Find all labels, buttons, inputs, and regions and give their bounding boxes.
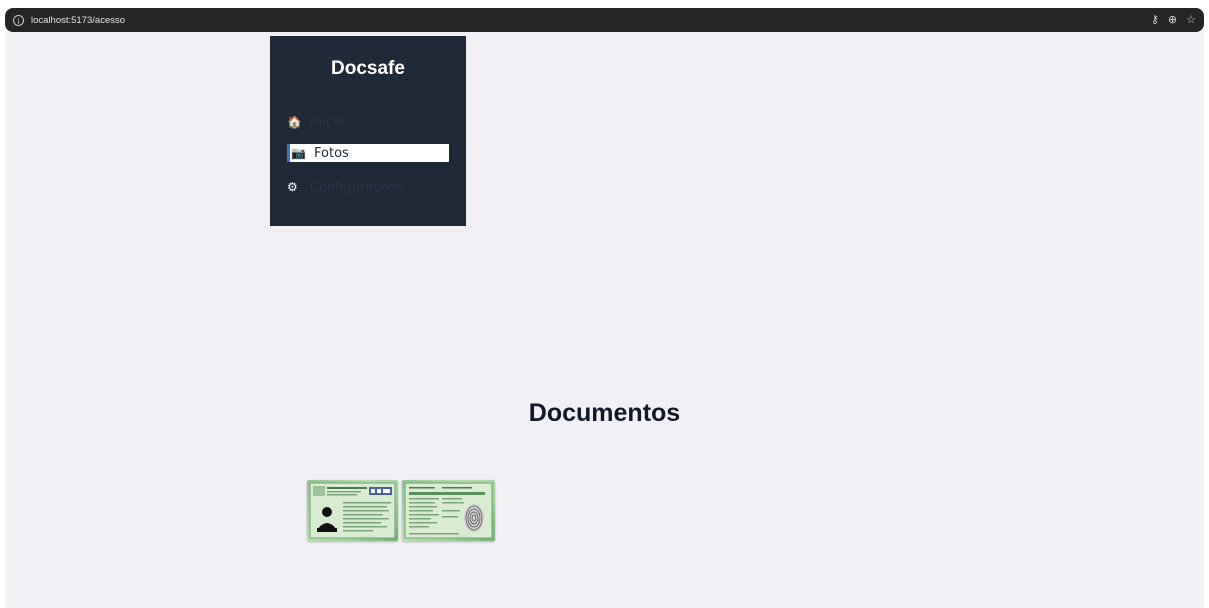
page-content: Docsafe 🏠 Início 📷 Fotos ⚙ Configurações… bbox=[5, 32, 1204, 608]
zoom-icon[interactable]: ⊕ bbox=[1168, 14, 1177, 26]
sidebar-item-fotos[interactable]: 📷 Fotos bbox=[287, 144, 449, 162]
browser-toolbar: i localhost:5173/acesso ⚷ ⊕ ☆ bbox=[5, 8, 1204, 32]
sidebar-item-inicio[interactable]: 🏠 Início bbox=[287, 113, 449, 131]
camera-icon: 📷 bbox=[291, 146, 306, 160]
bookmark-star-icon[interactable]: ☆ bbox=[1186, 14, 1196, 26]
document-thumbnail-id-back[interactable] bbox=[402, 480, 495, 541]
document-thumbnail-id-front[interactable] bbox=[307, 480, 398, 541]
browser-actions: ⚷ ⊕ ☆ bbox=[1151, 14, 1196, 26]
id-card-front-image bbox=[309, 482, 396, 539]
gear-icon: ⚙ bbox=[287, 180, 298, 194]
password-key-icon[interactable]: ⚷ bbox=[1151, 14, 1159, 26]
site-info-icon[interactable]: i bbox=[13, 14, 24, 26]
sidebar-item-label: Fotos bbox=[314, 145, 349, 161]
id-card-back-image bbox=[404, 482, 493, 539]
sidebar-item-configuracoes[interactable]: ⚙ Configurações bbox=[287, 178, 449, 196]
page-title: Documentos bbox=[528, 399, 681, 427]
sidebar: Docsafe 🏠 Início 📷 Fotos ⚙ Configurações bbox=[270, 36, 466, 226]
brand-title: Docsafe bbox=[331, 58, 405, 79]
house-icon: 🏠 bbox=[287, 115, 302, 129]
sidebar-item-label: Início bbox=[310, 114, 345, 130]
sidebar-item-label: Configurações bbox=[310, 179, 404, 195]
address-bar-url[interactable]: localhost:5173/acesso bbox=[31, 15, 125, 26]
